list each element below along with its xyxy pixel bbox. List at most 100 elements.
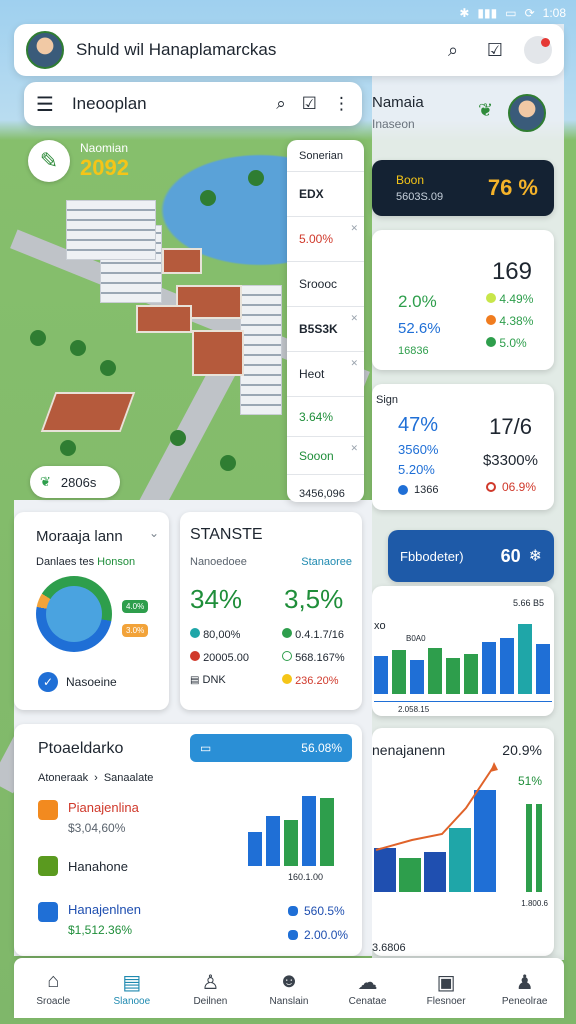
chart-bar [526, 804, 532, 892]
list-icon: ▤ [190, 675, 200, 686]
stats-link[interactable]: Stanaoree [301, 556, 352, 568]
battery-icon: ▭ [505, 6, 517, 20]
close-icon[interactable]: ✕ [350, 223, 358, 234]
folder-icon [38, 856, 58, 876]
nav-item-chat[interactable]: ☁ Cenatae [333, 970, 403, 1007]
right-action-button[interactable]: Fbbodeter) 60 ❄ [388, 530, 554, 582]
stat-row[interactable]: Sooon ✕ [287, 437, 364, 475]
stat-row[interactable]: 5.00% ✕ [287, 217, 364, 262]
chart-bar [446, 658, 460, 694]
stat-value: 5.00% [299, 232, 334, 246]
folder-icon [38, 800, 58, 820]
close-icon[interactable]: ✕ [350, 443, 358, 454]
search-icon[interactable]: ⌕ [440, 37, 466, 63]
chat-icon: ☁ [357, 971, 378, 994]
chart-bar [536, 804, 542, 892]
breadcrumb: Atoneraak › Sanaalate [38, 772, 153, 784]
checkbox-icon[interactable]: ☑ [482, 37, 508, 63]
stat-row[interactable]: B5S3K ✕ [287, 307, 364, 352]
stat-label: EDX [299, 187, 324, 201]
checkbox-icon[interactable]: ☑ [302, 94, 317, 114]
right-card1-badge3: 5.0% [499, 336, 527, 350]
edit-icon [38, 902, 58, 922]
stats-row-left: 80,00% [203, 629, 241, 641]
right-card2-row2-b: 06.9% [502, 480, 537, 494]
map-house [162, 248, 202, 274]
right-card1-val3: 16836 [398, 345, 429, 357]
nav-item-team[interactable]: ☻ Nanslain [254, 970, 324, 1007]
breadcrumb-item[interactable]: Atoneraak [38, 772, 88, 784]
right-line-axis: 1.800.6 [521, 899, 548, 908]
proj-badge[interactable]: ▭ 56.08% [190, 734, 352, 762]
chart-bar [392, 650, 406, 694]
bottom-navigation: ⌂ Sroacle ▤ Slanooe ♙ Deilnen ☻ Nanslain… [14, 958, 564, 1018]
map-tree [248, 170, 264, 186]
chart-bar [284, 820, 298, 866]
right-line-title: nenajanenn [372, 742, 446, 758]
stat-row[interactable]: EDX [287, 172, 364, 217]
map-house [192, 330, 244, 376]
nav-label: Flesnoer [426, 995, 466, 1007]
search-bar: ☰ Ineooplan ⌕ ☑ ⋮ [24, 82, 362, 126]
status-dot [190, 651, 200, 661]
status-bar: ✱ ▮▮▮ ▭ ⟳ 1:08 [372, 0, 576, 26]
nav-item-profile[interactable]: ♙ Deilnen [175, 970, 245, 1007]
nav-label: Slanooe [113, 995, 151, 1007]
stat-value: 3456,096 [299, 488, 345, 500]
nav-item-documents[interactable]: ▤ Slanooe [97, 970, 167, 1007]
notification-icon[interactable] [524, 36, 552, 64]
close-icon[interactable]: ✕ [350, 313, 358, 324]
list-item-value: $3,04,60% [68, 821, 126, 835]
right-banner[interactable]: Boon 5603S.09 76 % [372, 160, 554, 216]
chart-bar [464, 654, 478, 694]
map-tree [30, 330, 46, 346]
stats-card[interactable]: STANSTE Nanoedoee Stanaoree 34% 3,5% 80,… [180, 512, 362, 710]
right-card1-val2: 52.6% [398, 320, 441, 337]
stat-column: Sonerian EDX 5.00% ✕ Sroooc B5S3K ✕ Heot ✕ … [287, 140, 364, 502]
list-item[interactable]: Hanahone [38, 856, 128, 876]
nav-item-files[interactable]: ▣ Flesnoer [411, 970, 481, 1007]
stat-row[interactable]: 3456,096 [287, 475, 364, 513]
stat-value: 3.64% [299, 409, 334, 424]
list-item[interactable]: Pianajenlina $3,04,60% [38, 800, 139, 835]
breadcrumb-item[interactable]: Sanaalate [104, 772, 154, 784]
project-badge[interactable]: ✎ Naomian 2092 [28, 140, 129, 182]
status-dot [398, 485, 408, 495]
stat-row[interactable]: Heot ✕ [287, 352, 364, 397]
nav-label: Nanslain [269, 995, 309, 1007]
settings-icon: ❄ [528, 548, 542, 565]
nav-label: Deilnen [193, 995, 228, 1007]
right-card2-row1-a: 3560% [398, 442, 439, 457]
menu-icon[interactable]: ☰ [36, 92, 54, 117]
chevron-down-icon[interactable]: ⌄ [149, 526, 159, 540]
right-line-chart-card: nenajanenn 20.9% 51% 1.800.6 3.6806 [372, 728, 554, 956]
close-icon[interactable]: ✕ [350, 358, 358, 369]
donut-chart [36, 576, 112, 652]
stat-row[interactable]: 3.64% [287, 397, 364, 437]
map-pill[interactable]: ❦ 2806s [30, 466, 120, 498]
projects-card[interactable]: Ptoaeldarko ▭ 56.08% Atoneraak › Sanaala… [14, 724, 362, 956]
mgmt-title: Moraaja lann [36, 528, 123, 545]
proj-bar-chart [248, 796, 334, 866]
nav-item-account[interactable]: ♟ Peneolrae [490, 970, 560, 1007]
stat-row[interactable]: Sonerian [287, 140, 364, 172]
status-dot [486, 293, 496, 303]
chart-baseline [374, 701, 552, 702]
right-bar-chart [374, 624, 550, 694]
stats-row-right: 236.20% [295, 675, 339, 687]
map-house [136, 305, 192, 333]
more-icon[interactable]: ⋮ [333, 94, 350, 114]
nav-item-home[interactable]: ⌂ Sroacle [18, 970, 88, 1007]
right-avatar[interactable] [508, 94, 546, 132]
right-card2-row1-b: $3300% [482, 452, 538, 469]
map-tree [70, 340, 86, 356]
management-card[interactable]: Moraaja lann ⌄ Danlaes tes Honson 4.0% 3… [14, 512, 169, 710]
app-header: Shuld wil Hanaplamarckas ⌕ ☑ [14, 24, 564, 76]
map-tree [60, 440, 76, 456]
user-avatar[interactable] [26, 31, 64, 69]
search-icon[interactable]: ⌕ [276, 94, 286, 114]
nav-label: Sroacle [36, 995, 71, 1007]
list-item[interactable]: Hanajenlnen $1,512.36% [38, 902, 141, 937]
stat-row[interactable]: Sroooc [287, 262, 364, 307]
map-tree [170, 430, 186, 446]
